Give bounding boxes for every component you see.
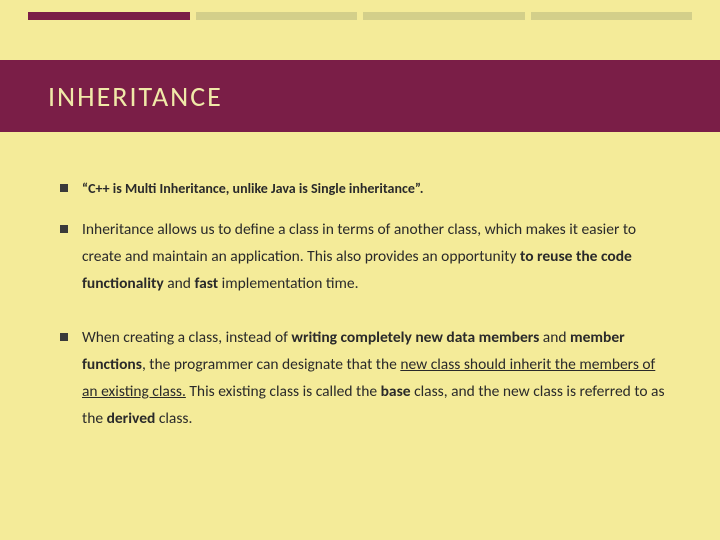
page-title: INHERITANCE [48,79,223,114]
bold-text: writing completely new data members [291,328,539,347]
text: and [164,274,195,293]
bullet-list: “C++ is Multi Inheritance, unlike Java i… [60,175,670,432]
title-bar: INHERITANCE [0,60,720,132]
stripe-2 [196,12,358,20]
text: , the programmer can designate that the [142,355,400,374]
text: and [539,328,570,347]
stripe-3 [363,12,525,20]
text: When creating a class, instead of [82,328,291,347]
text: class. [155,409,192,428]
stripe-1 [28,12,190,20]
quote-text: “C++ is Multi Inheritance, unlike Java i… [82,180,423,197]
accent-stripes [28,12,692,20]
bold-text: base [381,382,411,401]
bullet-2: Inheritance allows us to define a class … [60,216,670,297]
bullet-3: When creating a class, instead of writin… [60,324,670,433]
text: implementation time. [218,274,358,293]
stripe-4 [531,12,693,20]
bold-text: fast [194,274,218,293]
bullet-1: “C++ is Multi Inheritance, unlike Java i… [60,175,670,202]
bold-text: derived [107,409,156,428]
text: This existing class is called the [186,382,381,401]
content-area: “C++ is Multi Inheritance, unlike Java i… [60,175,670,446]
